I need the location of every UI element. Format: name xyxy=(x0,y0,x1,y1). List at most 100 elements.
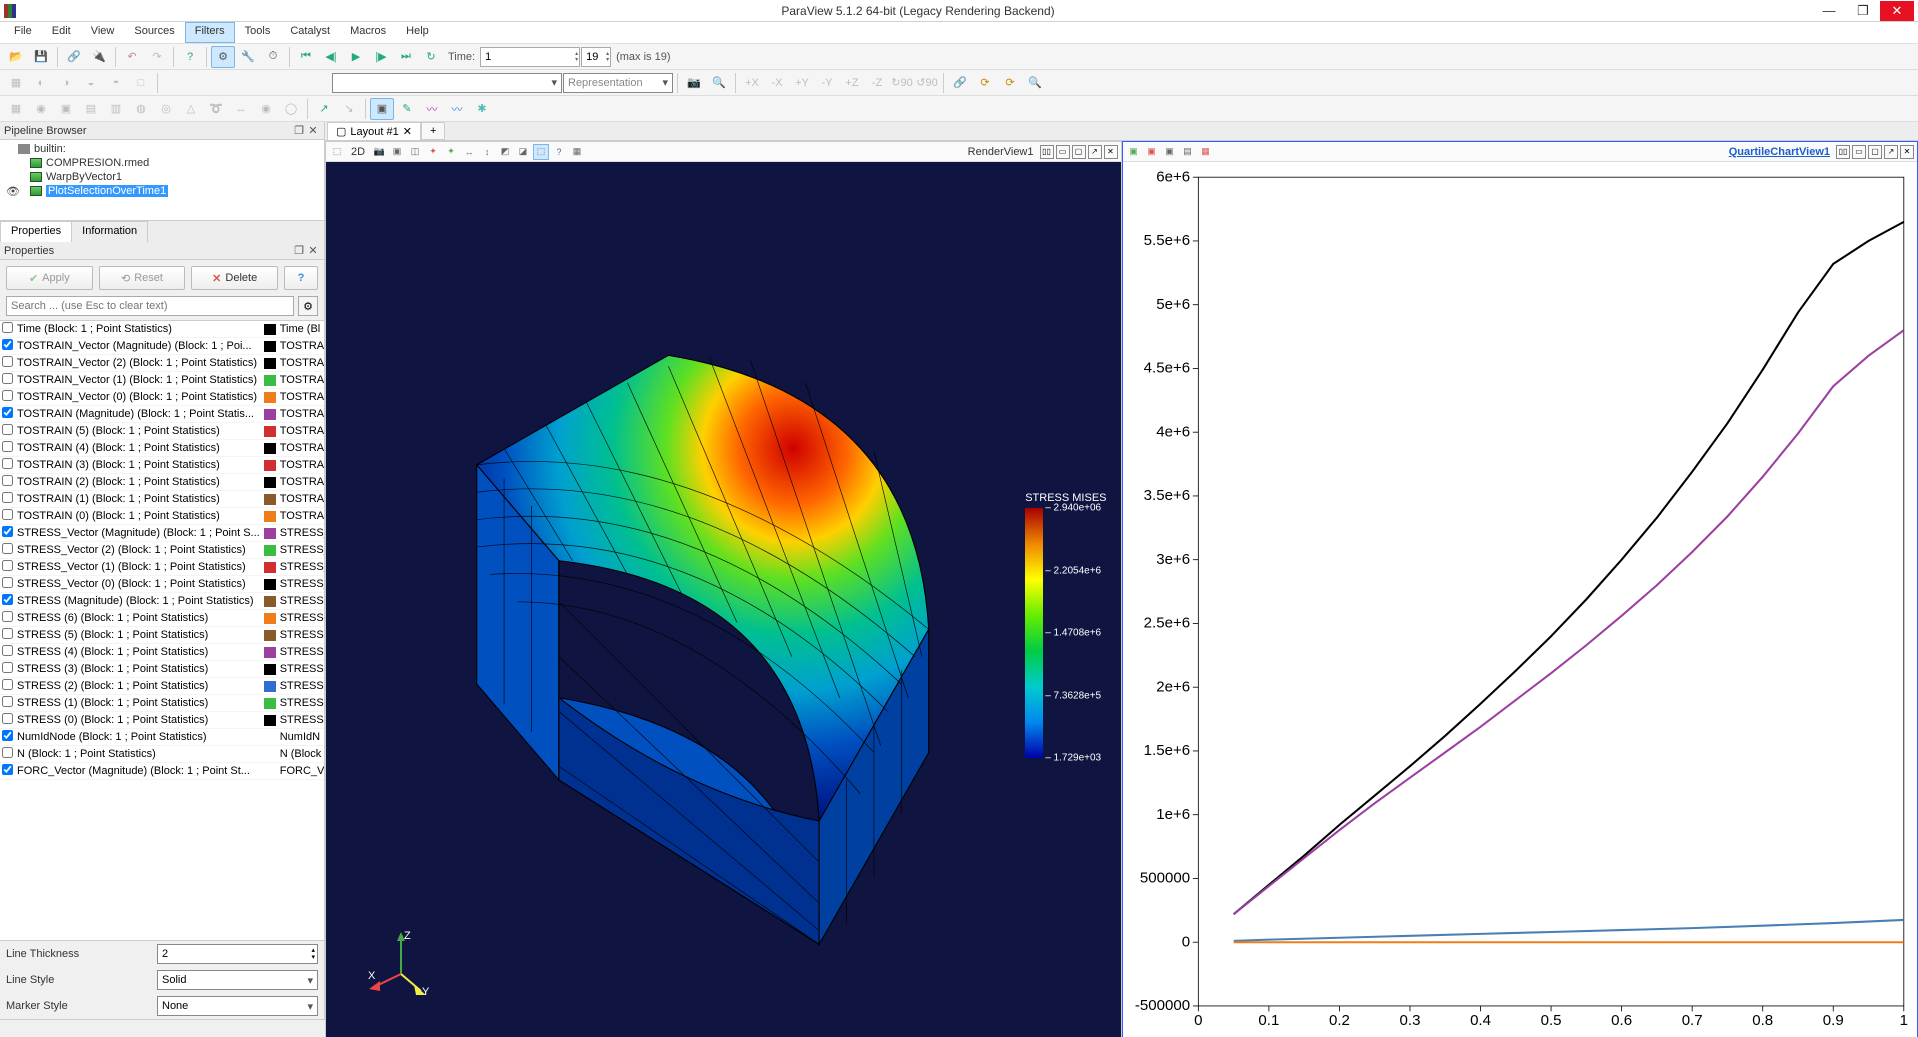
loop-icon[interactable]: ↻ xyxy=(419,46,443,68)
menu-view[interactable]: View xyxy=(81,22,125,43)
minimize-button[interactable]: — xyxy=(1812,1,1846,21)
restore-view-icon[interactable]: ↗ xyxy=(1088,145,1102,159)
filter-icon[interactable]: ▥ xyxy=(104,98,128,120)
variable-row[interactable]: STRESS_Vector (Magnitude) (Block: 1 ; Po… xyxy=(0,525,324,542)
variable-checkbox[interactable] xyxy=(2,373,13,384)
sel-icon[interactable]: ✎ xyxy=(395,98,419,120)
variable-checkbox[interactable] xyxy=(2,747,13,758)
variable-row[interactable]: TOSTRAIN_Vector (0) (Block: 1 ; Point St… xyxy=(0,389,324,406)
restore-view-icon[interactable]: ↗ xyxy=(1884,145,1898,159)
filter-icon[interactable]: ◎ xyxy=(154,98,178,120)
variable-checkbox[interactable] xyxy=(2,679,13,690)
line-style-select[interactable]: Solid xyxy=(157,970,318,990)
filter-icon[interactable]: ↔ xyxy=(229,98,253,120)
trace-icon[interactable]: ↗ xyxy=(312,98,336,120)
variable-checkbox[interactable] xyxy=(2,628,13,639)
color-swatch-icon[interactable] xyxy=(264,681,276,692)
axis-px-icon[interactable]: +X xyxy=(740,72,764,94)
filter-icon[interactable]: ▣ xyxy=(54,98,78,120)
variable-row[interactable]: TOSTRAIN (2) (Block: 1 ; Point Statistic… xyxy=(0,474,324,491)
color-swatch-icon[interactable] xyxy=(264,477,276,488)
variable-checkbox[interactable] xyxy=(2,696,13,707)
connect-icon[interactable]: 🔗 xyxy=(62,46,86,68)
variable-checkbox[interactable] xyxy=(2,407,13,418)
time-value-input[interactable]: 1 xyxy=(480,47,580,67)
axis-pz-icon[interactable]: +Z xyxy=(840,72,864,94)
filter-icon[interactable]: ◯ xyxy=(279,98,303,120)
vt-icon[interactable]: ▤ xyxy=(1180,144,1196,160)
time-index-input[interactable]: 19 xyxy=(581,47,611,67)
pipeline-item[interactable]: WarpByVector1 xyxy=(0,170,324,184)
variable-row[interactable]: STRESS (2) (Block: 1 ; Point Statistics)… xyxy=(0,678,324,695)
variable-row[interactable]: TOSTRAIN (5) (Block: 1 ; Point Statistic… xyxy=(0,423,324,440)
last-frame-icon[interactable]: ⏭ xyxy=(394,46,418,68)
close-panel-icon[interactable]: ✕ xyxy=(306,124,320,137)
color-swatch-icon[interactable] xyxy=(264,494,276,505)
color-swatch-icon[interactable] xyxy=(264,562,276,573)
unlink-icon[interactable]: ⟳ xyxy=(973,72,997,94)
tab-information[interactable]: Information xyxy=(71,221,148,242)
vt-icon[interactable]: ✦ xyxy=(425,144,441,160)
variable-checkbox[interactable] xyxy=(2,356,13,367)
axis-py-icon[interactable]: +Y xyxy=(790,72,814,94)
open-icon[interactable]: 📂 xyxy=(4,46,28,68)
help-icon[interactable]: ? xyxy=(178,46,202,68)
variable-row[interactable]: STRESS_Vector (2) (Block: 1 ; Point Stat… xyxy=(0,542,324,559)
close-tab-icon[interactable]: ✕ xyxy=(403,125,412,138)
variable-row[interactable]: FORC_Vector (Magnitude) (Block: 1 ; Poin… xyxy=(0,763,324,780)
auto-apply-icon[interactable]: ⚙ xyxy=(211,46,235,68)
axis-nx-icon[interactable]: -X xyxy=(765,72,789,94)
variable-checkbox[interactable] xyxy=(2,543,13,554)
vt-icon[interactable]: ↕ xyxy=(479,144,495,160)
color-swatch-icon[interactable] xyxy=(264,528,276,539)
apply-button[interactable]: ✔Apply xyxy=(6,266,93,290)
filter-icon[interactable]: ▦ xyxy=(4,98,28,120)
color-swatch-icon[interactable] xyxy=(264,613,276,624)
color-swatch-icon[interactable] xyxy=(264,460,276,471)
tb2-icon[interactable]: ◐ xyxy=(29,72,53,94)
variable-row[interactable]: TOSTRAIN (0) (Block: 1 ; Point Statistic… xyxy=(0,508,324,525)
variable-row[interactable]: STRESS (5) (Block: 1 ; Point Statistics)… xyxy=(0,627,324,644)
vt-icon[interactable]: ▦ xyxy=(569,144,585,160)
close-view-icon[interactable]: ✕ xyxy=(1900,145,1914,159)
variable-row[interactable]: STRESS (6) (Block: 1 ; Point Statistics)… xyxy=(0,610,324,627)
color-swatch-icon[interactable] xyxy=(264,426,276,437)
variable-checkbox[interactable] xyxy=(2,322,13,333)
add-layout-button[interactable]: + xyxy=(421,122,445,140)
filter-icon[interactable]: ◉ xyxy=(29,98,53,120)
color-swatch-icon[interactable] xyxy=(264,409,276,420)
color-swatch-icon[interactable] xyxy=(264,358,276,369)
color-swatch-icon[interactable] xyxy=(264,324,276,335)
maximize-view-icon[interactable]: ▢ xyxy=(1072,145,1086,159)
help-button[interactable]: ? xyxy=(284,266,318,290)
variable-checkbox[interactable] xyxy=(2,509,13,520)
tab-properties[interactable]: Properties xyxy=(0,221,72,242)
pipeline-browser[interactable]: builtin:COMPRESION.rmedWarpByVector1👁Plo… xyxy=(0,140,324,220)
sel-icon[interactable]: 〰 xyxy=(420,98,444,120)
maximize-view-icon[interactable]: ▢ xyxy=(1868,145,1882,159)
tb2-icon[interactable]: □ xyxy=(129,72,153,94)
vt-icon[interactable]: ▣ xyxy=(1126,144,1142,160)
variable-row[interactable]: STRESS_Vector (1) (Block: 1 ; Point Stat… xyxy=(0,559,324,576)
variable-row[interactable]: STRESS (3) (Block: 1 ; Point Statistics)… xyxy=(0,661,324,678)
color-swatch-icon[interactable] xyxy=(264,511,276,522)
tb2-icon[interactable]: ▦ xyxy=(4,72,28,94)
variable-checkbox[interactable] xyxy=(2,560,13,571)
filter-icon[interactable]: △ xyxy=(179,98,203,120)
variable-row[interactable]: STRESS_Vector (0) (Block: 1 ; Point Stat… xyxy=(0,576,324,593)
close-button[interactable]: ✕ xyxy=(1880,1,1914,21)
variable-row[interactable]: Time (Block: 1 ; Point Statistics)Time (… xyxy=(0,321,324,338)
undock-icon[interactable]: ❐ xyxy=(292,124,306,137)
reset-button[interactable]: ⟲Reset xyxy=(99,266,186,290)
play-icon[interactable]: ▶ xyxy=(344,46,368,68)
pipeline-item[interactable]: 👁PlotSelectionOverTime1 xyxy=(0,184,324,198)
filter-icon[interactable]: ◍ xyxy=(129,98,153,120)
vt-icon[interactable]: ◪ xyxy=(515,144,531,160)
filter-icon[interactable]: ▤ xyxy=(79,98,103,120)
filter-icon[interactable]: ◉ xyxy=(254,98,278,120)
timer-icon[interactable]: ⏱ xyxy=(261,46,285,68)
rotn90-icon[interactable]: ↺90 xyxy=(915,72,939,94)
split-v-icon[interactable]: ▭ xyxy=(1056,145,1070,159)
sel-icon[interactable]: ✱ xyxy=(470,98,494,120)
redo-icon[interactable]: ↷ xyxy=(145,46,169,68)
